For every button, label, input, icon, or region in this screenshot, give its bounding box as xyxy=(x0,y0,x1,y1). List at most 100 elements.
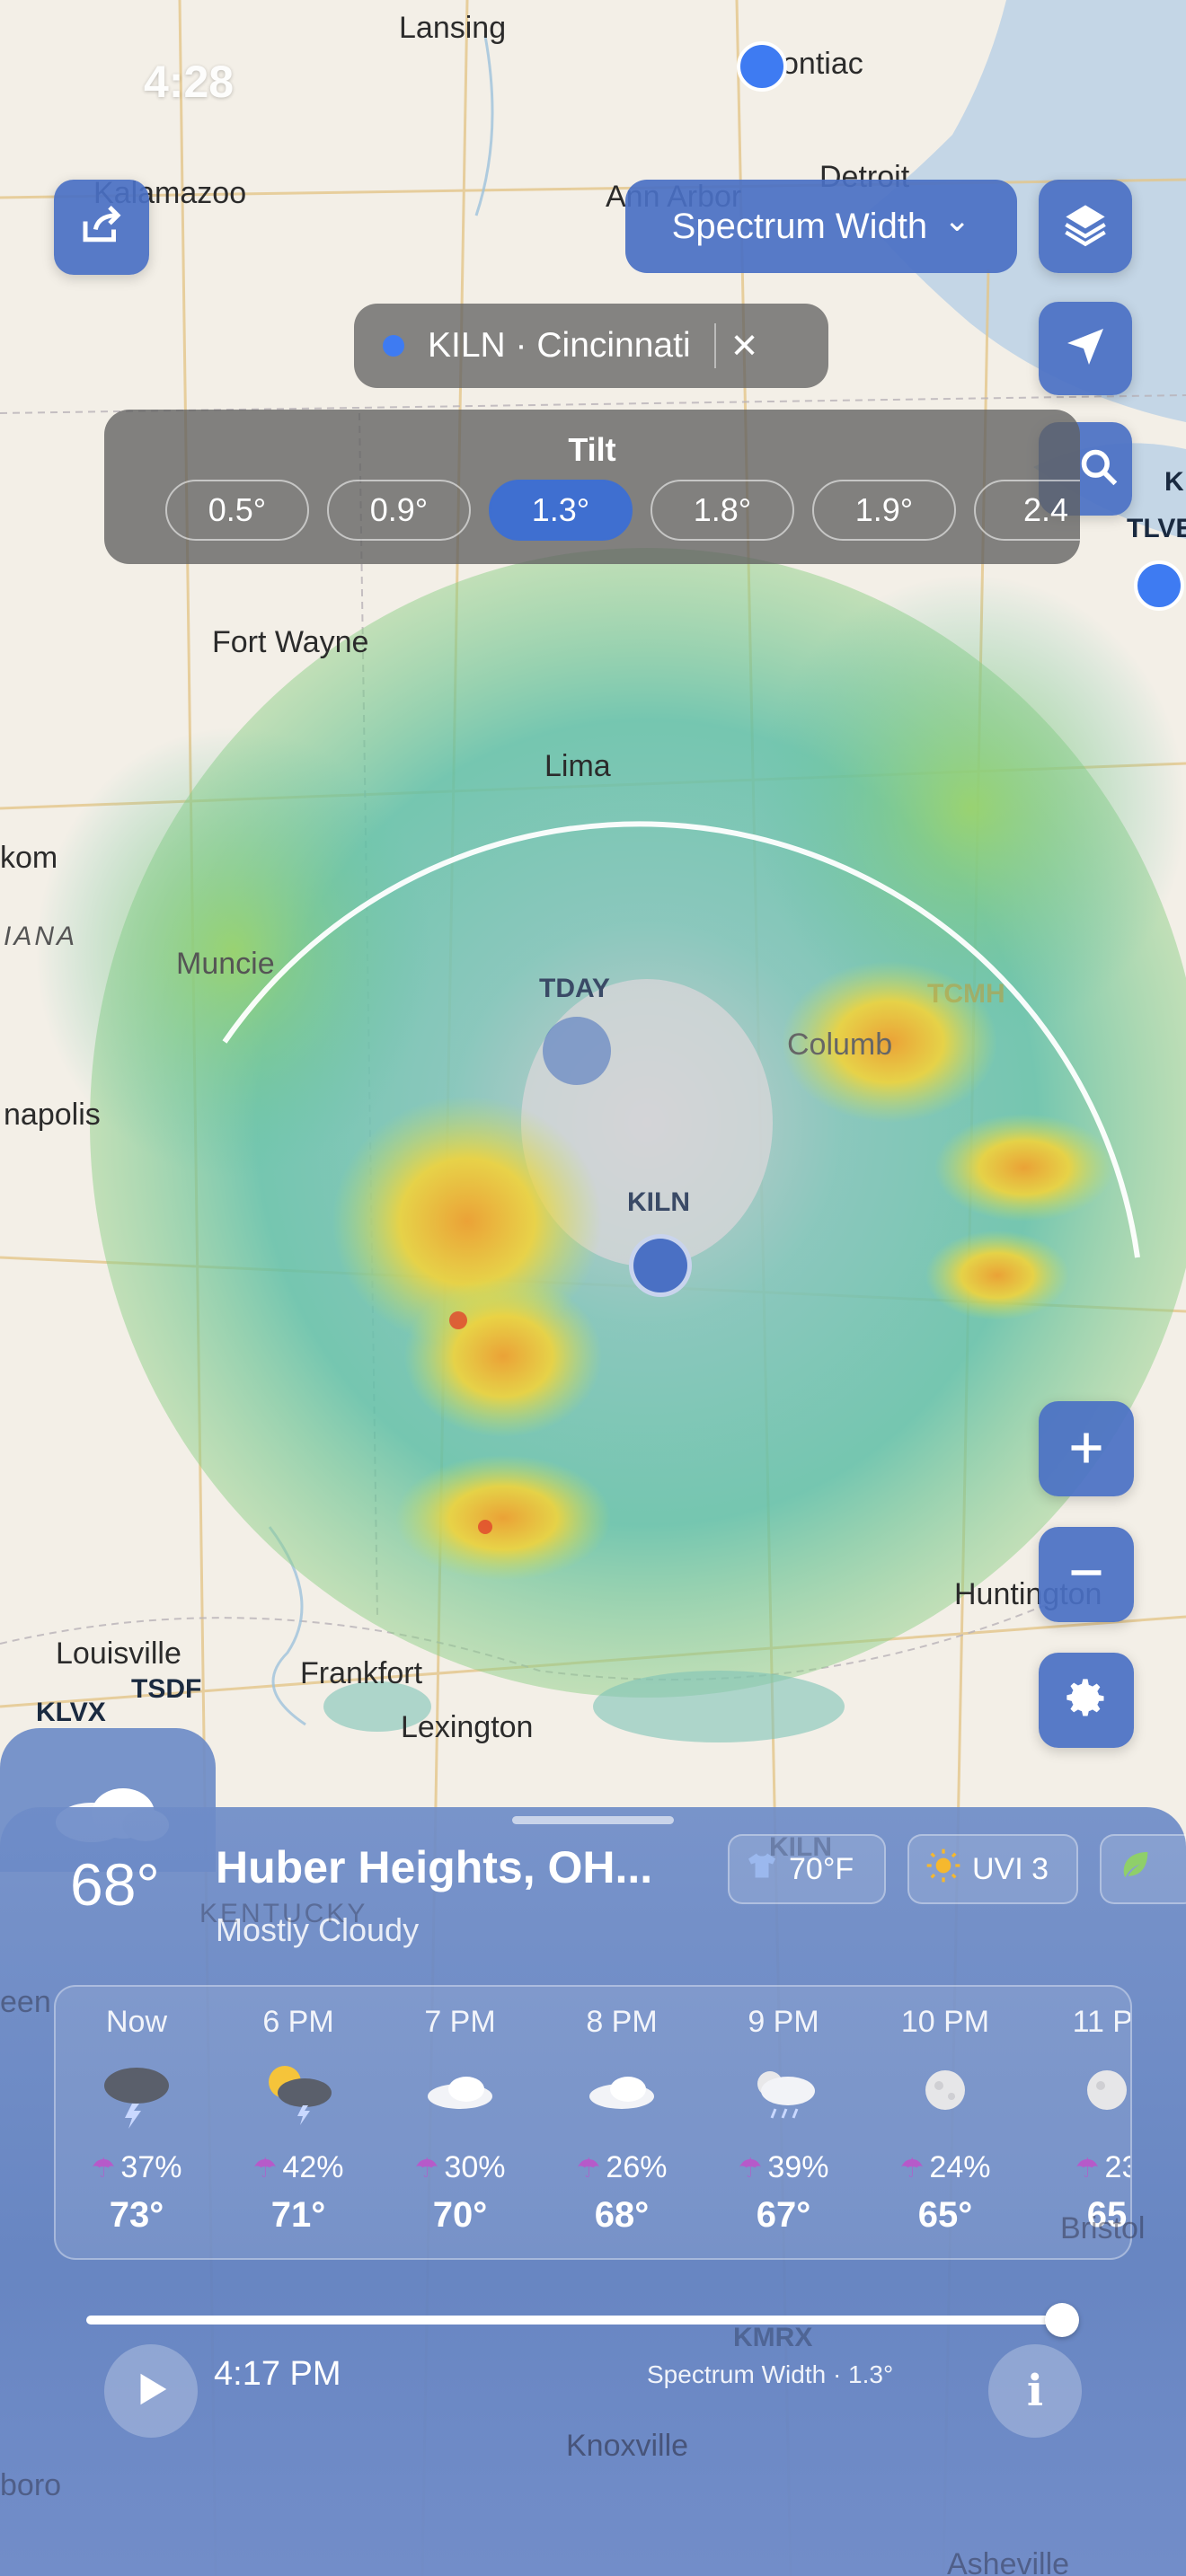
info-button[interactable]: i xyxy=(988,2344,1082,2438)
minus-icon xyxy=(1067,1553,1106,1597)
region-label-indiana: IANA xyxy=(4,922,78,951)
tilt-selector: Tilt 0.5° 0.9° 1.3° 1.8° 1.9° 2.4 xyxy=(104,410,1080,564)
product-label: Spectrum Width xyxy=(671,206,928,246)
search-icon xyxy=(1079,447,1119,491)
hourly-item[interactable]: 6 PM ☂ 42% 71° xyxy=(217,1987,379,2258)
location-name[interactable]: Huber Heights, OH... xyxy=(216,1841,652,1893)
locate-button[interactable] xyxy=(1039,302,1132,395)
radar-site-tlve-marker[interactable] xyxy=(1134,560,1184,611)
station-label: KILN · Cincinnati xyxy=(428,326,691,365)
city-label-frankfort: Frankfort xyxy=(300,1656,423,1690)
status-bar-time: 4:28 xyxy=(144,57,235,107)
cloud-icon xyxy=(428,2059,492,2122)
city-label-pontiac: ontiac xyxy=(782,47,863,81)
product-picker-button[interactable]: Spectrum Width ⌄ xyxy=(625,180,1017,273)
playback-product-info: Spectrum Width · 1.3° xyxy=(647,2360,894,2388)
tilt-option-2-4[interactable]: 2.4 xyxy=(974,480,1080,541)
hour-temp: 71° xyxy=(270,2195,326,2235)
moon-icon xyxy=(914,2059,977,2122)
share-button[interactable] xyxy=(54,180,149,275)
hour-time: 11 PI xyxy=(1072,2005,1132,2039)
play-icon xyxy=(130,2369,172,2414)
station-divider xyxy=(713,323,716,368)
uv-index-value: UVI 3 xyxy=(972,1851,1049,1886)
city-label-bristol: Bristol xyxy=(1060,2211,1146,2245)
location-arrow-icon xyxy=(1064,325,1107,373)
precip-chance: ☂ 30% xyxy=(414,2150,506,2184)
radar-site-kiln-ghost: KILN xyxy=(769,1832,832,1862)
tilt-option-0-5[interactable]: 0.5° xyxy=(165,480,309,541)
uv-index-chip[interactable]: UVI 3 xyxy=(907,1834,1078,1904)
settings-button[interactable] xyxy=(1039,1653,1134,1748)
precip-chance: ☂ 37% xyxy=(91,2150,182,2184)
radar-site-tcmh[interactable]: TCMH xyxy=(927,979,1005,1010)
umbrella-icon: ☂ xyxy=(252,2154,278,2183)
city-label-kokomo: kom xyxy=(0,841,58,875)
hourly-item[interactable]: 8 PM ☂ 26% 68° xyxy=(541,1987,703,2258)
city-label-muncie: Muncie xyxy=(176,947,275,981)
hour-temp: 65° xyxy=(917,2195,973,2235)
current-temp: 68° xyxy=(70,1851,160,1918)
precip-chance: ☂23 xyxy=(1075,2150,1130,2184)
zoom-in-button[interactable] xyxy=(1039,1401,1134,1496)
cloud-icon xyxy=(589,2059,654,2122)
play-button[interactable] xyxy=(104,2344,198,2438)
radar-site-tday-marker[interactable] xyxy=(543,1017,611,1085)
city-label-indianapolis: napolis xyxy=(4,1098,101,1132)
thunderstorm-icon xyxy=(104,2059,169,2129)
hourly-forecast[interactable]: Now ☂ 37% 73° 6 PM ☂ 42% 71° 7 PM ☂ 30% 70°… xyxy=(54,1985,1132,2260)
hourly-item[interactable]: 10 PM ☂ 24% 65° xyxy=(864,1987,1026,2258)
umbrella-icon: ☂ xyxy=(1075,2154,1100,2183)
umbrella-icon: ☂ xyxy=(899,2154,925,2183)
sun-icon xyxy=(925,1848,961,1892)
info-icon: i xyxy=(1026,2366,1044,2416)
hour-temp: 70° xyxy=(432,2195,488,2235)
close-icon[interactable]: ✕ xyxy=(730,326,759,366)
zoom-out-button[interactable] xyxy=(1039,1527,1134,1622)
radar-site-kiln[interactable]: KILN xyxy=(627,1187,690,1218)
radar-site-klvx[interactable]: KLVX xyxy=(36,1698,106,1728)
radar-site-tday[interactable]: TDAY xyxy=(539,974,610,1004)
city-label-boro: boro xyxy=(0,2468,62,2502)
tilt-option-1-3[interactable]: 1.3° xyxy=(489,480,633,541)
radar-site-kdtx-marker[interactable] xyxy=(737,41,787,92)
precip-chance: ☂ 42% xyxy=(252,2150,344,2184)
hour-time: Now xyxy=(105,2005,168,2039)
city-label-een: een xyxy=(0,1985,51,2019)
tilt-option-1-8[interactable]: 1.8° xyxy=(651,480,794,541)
gear-icon xyxy=(1063,1675,1110,1726)
timeline-track[interactable] xyxy=(86,2316,1062,2325)
hour-time: 10 PM xyxy=(900,2005,990,2039)
precip-chance: ☂ 39% xyxy=(738,2150,829,2184)
radar-site-k[interactable]: K xyxy=(1164,467,1184,498)
selected-station-pill[interactable]: KILN · Cincinnati ✕ xyxy=(354,304,828,388)
umbrella-icon: ☂ xyxy=(91,2154,116,2183)
city-label-lima: Lima xyxy=(544,749,611,783)
sheet-grab-handle[interactable] xyxy=(512,1816,674,1824)
hourly-item[interactable]: Now ☂ 37% 73° xyxy=(56,1987,217,2258)
city-label-louisville: Louisville xyxy=(56,1636,181,1671)
city-label-columbus: Columb xyxy=(787,1028,893,1062)
hour-time: 7 PM xyxy=(424,2005,496,2039)
tilt-option-1-9[interactable]: 1.9° xyxy=(812,480,956,541)
share-icon xyxy=(77,201,126,254)
tilt-title: Tilt xyxy=(568,431,616,468)
sun-thunder-icon xyxy=(267,2059,332,2125)
radar-site-kiln-marker[interactable] xyxy=(629,1234,692,1297)
radar-site-kmrx[interactable]: KMRX xyxy=(733,2323,812,2353)
city-label-knoxville: Knoxville xyxy=(566,2429,689,2463)
air-quality-chip[interactable] xyxy=(1100,1834,1186,1904)
umbrella-icon: ☂ xyxy=(738,2154,763,2183)
radar-site-tlve[interactable]: TLVE xyxy=(1127,514,1186,544)
layers-button[interactable] xyxy=(1039,180,1132,273)
hourly-item[interactable]: 9 PM ☂ 39% 67° xyxy=(703,1987,864,2258)
hour-temp: 67° xyxy=(756,2195,811,2235)
region-label-kentucky: KENTUCKY xyxy=(199,1899,368,1928)
hour-time: 6 PM xyxy=(262,2005,334,2039)
city-label-lansing: Lansing xyxy=(399,11,507,45)
timeline-scrubber[interactable] xyxy=(1045,2303,1079,2337)
hourly-item[interactable]: 7 PM ☂ 30% 70° xyxy=(379,1987,541,2258)
precip-chance: ☂ 26% xyxy=(576,2150,668,2184)
tilt-option-0-9[interactable]: 0.9° xyxy=(327,480,471,541)
radar-site-tsdf[interactable]: TSDF xyxy=(131,1674,201,1705)
